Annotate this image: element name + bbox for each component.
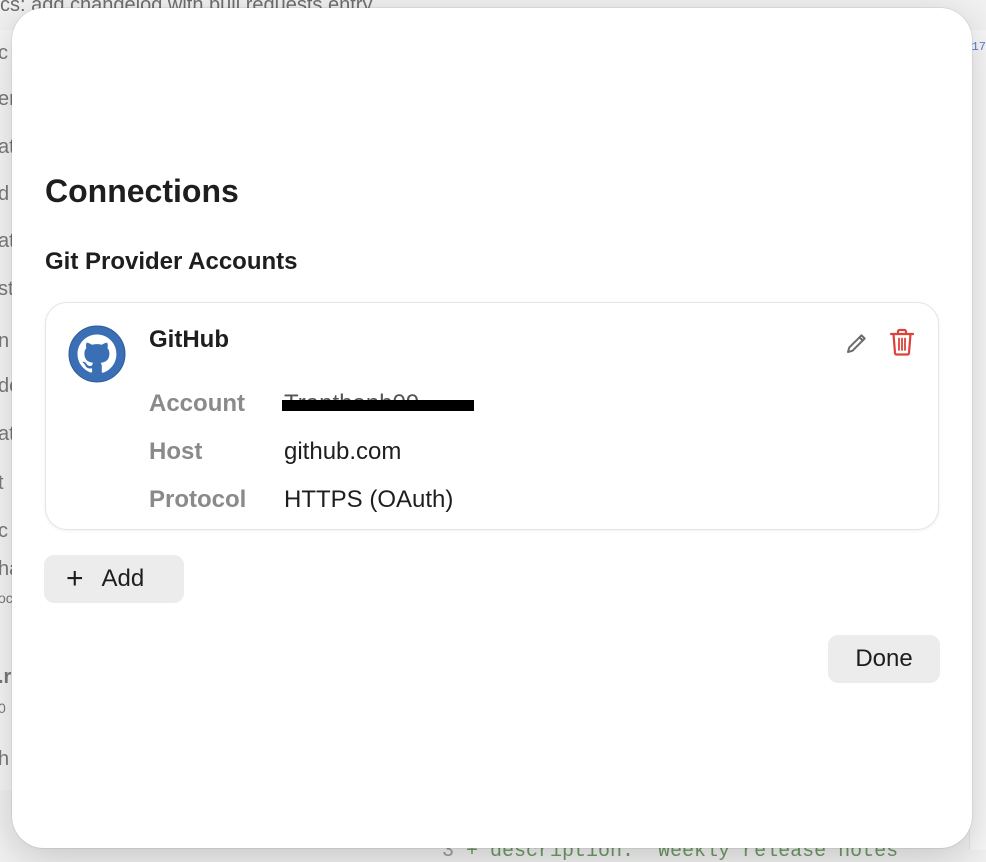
- background-fragment: de: [0, 375, 12, 397]
- account-label: Account: [149, 390, 245, 417]
- host-value: github.com: [284, 438, 402, 465]
- background-fragment: c: [0, 520, 8, 542]
- background-fragment: n: [0, 330, 10, 352]
- background-fragment: 0: [0, 700, 6, 716]
- protocol-value: HTTPS (OAuth): [284, 486, 454, 513]
- add-button-label: Add: [101, 565, 145, 592]
- done-button[interactable]: Done: [828, 635, 940, 683]
- pencil-icon: [847, 334, 866, 353]
- provider-name: GitHub: [149, 326, 229, 353]
- background-fragment: st: [0, 278, 12, 300]
- account-row: Account Tranthanh09: [149, 387, 474, 421]
- account-card-github: GitHub Account Tranthanh09 Host: [45, 302, 939, 530]
- background-line-count: 17: [971, 40, 986, 54]
- section-title-git-provider-accounts: Git Provider Accounts: [45, 248, 298, 275]
- protocol-label: Protocol: [149, 486, 247, 513]
- background-fragment: oc: [0, 590, 12, 606]
- add-account-button[interactable]: + Add: [44, 555, 184, 603]
- account-value: Tranthanh09: [282, 390, 474, 418]
- connections-dialog: Connections Git Provider Accounts GitHub: [12, 8, 972, 848]
- github-logo-icon: [68, 325, 126, 383]
- host-row: Host github.com: [149, 435, 401, 469]
- background-fragment: h: [0, 748, 10, 770]
- plus-icon: +: [66, 562, 84, 595]
- redaction-bar: [282, 400, 474, 411]
- background-fragment: t: [0, 472, 4, 494]
- background-fragment: ha: [0, 558, 12, 580]
- background-fragment: d: [0, 183, 10, 205]
- trash-icon: [889, 328, 915, 356]
- background-fragment: at: [0, 230, 12, 252]
- background-fragment: at: [0, 136, 12, 158]
- background-fragment: c: [0, 42, 8, 64]
- edit-account-button[interactable]: [841, 327, 873, 359]
- host-label: Host: [149, 438, 203, 465]
- protocol-row: Protocol HTTPS (OAuth): [149, 483, 453, 517]
- background-fragment: .r: [0, 666, 12, 688]
- dialog-title: Connections: [45, 173, 239, 209]
- background-fragment: at: [0, 423, 12, 445]
- delete-account-button[interactable]: [885, 325, 919, 359]
- background-fragment: er: [0, 88, 12, 110]
